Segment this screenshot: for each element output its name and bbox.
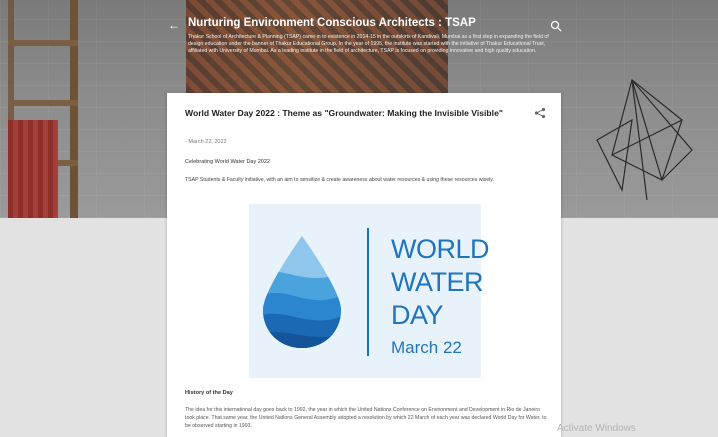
world-water-day-poster: WORLD WATER DAY March 22	[249, 204, 490, 378]
poster-date: March 22	[391, 338, 462, 357]
search-icon[interactable]	[550, 20, 562, 32]
red-cloth-decoration	[8, 120, 58, 218]
post-date: - March 22, 2022	[185, 139, 227, 145]
water-drop-icon	[263, 236, 341, 348]
poster-text-day: DAY	[391, 300, 444, 330]
blog-description: Thakur School of Architecture & Planning…	[188, 34, 549, 55]
ladder-rung	[8, 40, 78, 46]
history-heading: History of the Day	[185, 390, 233, 396]
post-title[interactable]: World Water Day 2022 : Theme as "Groundw…	[185, 108, 505, 119]
blog-title[interactable]: Nurturing Environment Conscious Architec…	[188, 17, 476, 29]
share-icon[interactable]	[534, 107, 546, 119]
ladder-rail	[70, 0, 78, 218]
poster-divider	[367, 228, 369, 356]
ladder-rung	[8, 100, 78, 106]
wire-sculpture-image	[596, 78, 693, 201]
post-intro-text: TSAP Students & Faculty initiative, with…	[185, 177, 494, 183]
poster-text-water: WATER	[391, 267, 484, 297]
poster-text-world: WORLD	[391, 234, 490, 264]
post-card: World Water Day 2022 : Theme as "Groundw…	[167, 93, 561, 437]
activate-windows-watermark: Activate Windows	[557, 423, 636, 434]
history-text: The idea for this international day goes…	[185, 407, 547, 429]
back-arrow-icon[interactable]: ←	[168, 18, 182, 32]
post-subheading: Celebrating World Water Day 2022	[185, 159, 270, 165]
